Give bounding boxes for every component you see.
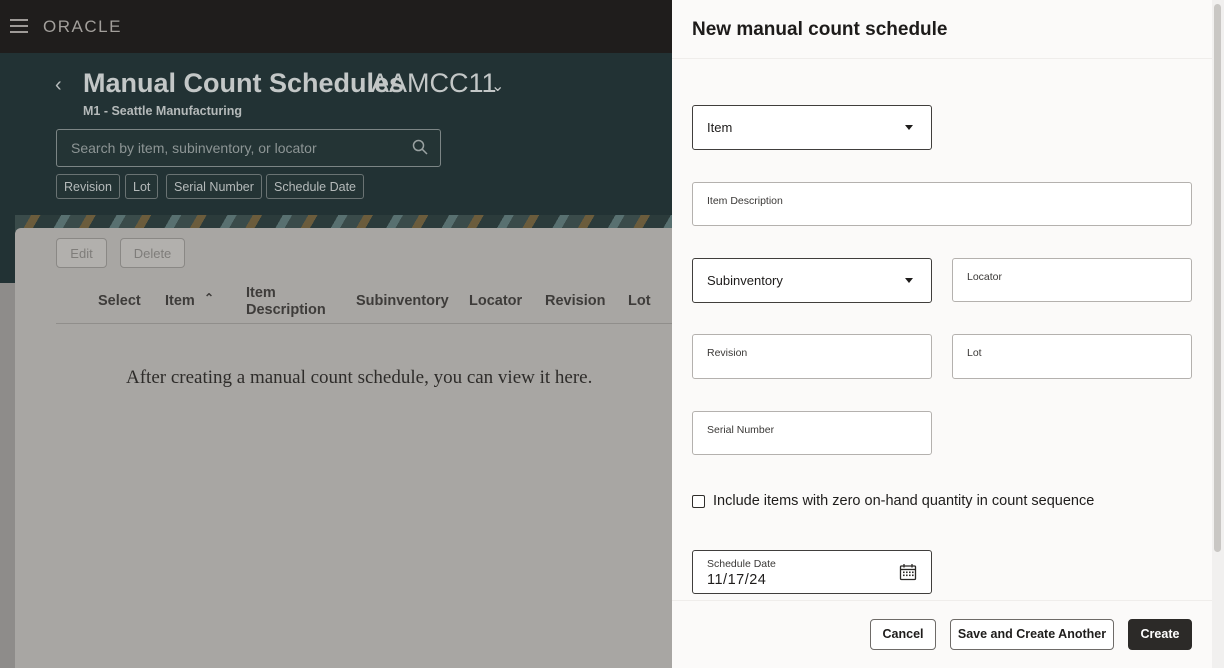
calendar-icon[interactable] (899, 563, 917, 581)
item-select[interactable]: Item (692, 105, 932, 150)
include-zero-onhand-label[interactable]: Include items with zero on-hand quantity… (713, 493, 1094, 509)
search-icon[interactable] (412, 139, 428, 155)
hamburger-menu-icon[interactable] (10, 19, 28, 33)
drawer-header: New manual count schedule (672, 0, 1224, 59)
chevron-down-icon[interactable]: ⌄ (491, 76, 504, 96)
page-subtitle: M1 - Seattle Manufacturing (83, 104, 243, 118)
lot-label: Lot (967, 347, 982, 359)
filter-chip-serial-number[interactable]: Serial Number (166, 174, 262, 199)
column-header-item-description: Item Description (246, 285, 326, 318)
item-description-label: Item Description (707, 195, 783, 207)
locator-label: Locator (967, 271, 1003, 283)
column-header-subinventory: Subinventory (356, 293, 449, 309)
edit-button[interactable]: Edit (56, 238, 107, 268)
serial-number-label: Serial Number (707, 424, 775, 436)
serial-number-field[interactable]: Serial Number (692, 411, 932, 455)
column-header-locator: Locator (469, 293, 523, 309)
item-select-label: Item (707, 120, 733, 135)
sort-ascending-icon[interactable]: ⌃ (204, 291, 214, 305)
schedule-date-field[interactable]: Schedule Date 11/17/24 (692, 550, 932, 594)
column-header-revision: Revision (545, 293, 606, 309)
create-button[interactable]: Create (1128, 619, 1192, 650)
new-schedule-drawer: New manual count schedule Item Item Desc… (672, 0, 1224, 668)
page-title-code[interactable]: AAMCC11 (371, 68, 497, 99)
subinventory-select-label: Subinventory (707, 273, 783, 288)
empty-state-message: After creating a manual count schedule, … (126, 367, 593, 388)
schedule-date-value: 11/17/24 (707, 572, 767, 588)
dropdown-caret-icon (905, 125, 913, 130)
search-placeholder: Search by item, subinventory, or locator (71, 140, 317, 156)
drawer-title: New manual count schedule (692, 19, 948, 40)
revision-field[interactable]: Revision (692, 334, 932, 379)
filter-chip-revision[interactable]: Revision (56, 174, 120, 199)
dropdown-caret-icon (905, 278, 913, 283)
include-zero-onhand-checkbox[interactable] (692, 495, 705, 508)
revision-label: Revision (707, 347, 748, 359)
back-chevron-icon[interactable]: ‹ (55, 74, 62, 97)
filter-chip-schedule-date[interactable]: Schedule Date (266, 174, 365, 199)
lot-field[interactable]: Lot (952, 334, 1192, 379)
subinventory-select[interactable]: Subinventory (692, 258, 932, 303)
column-header-item[interactable]: Item (165, 293, 195, 309)
background-strip (0, 283, 15, 668)
locator-field[interactable]: Locator (952, 258, 1192, 302)
item-description-field[interactable]: Item Description (692, 182, 1192, 226)
drawer-footer-divider (672, 600, 1212, 601)
save-and-create-another-button[interactable]: Save and Create Another (950, 619, 1114, 650)
cancel-button[interactable]: Cancel (870, 619, 936, 650)
column-header-select: Select (98, 293, 141, 309)
schedule-date-label: Schedule Date (707, 558, 776, 570)
table-header-divider (56, 323, 676, 324)
oracle-logo: ORACLE (43, 17, 122, 36)
page-title: Manual Count Schedules (83, 68, 405, 98)
search-input[interactable]: Search by item, subinventory, or locator (56, 129, 441, 167)
drawer-scrollbar-thumb[interactable] (1214, 4, 1221, 552)
column-header-lot: Lot (628, 293, 651, 309)
delete-button[interactable]: Delete (120, 238, 185, 268)
filter-chip-lot[interactable]: Lot (125, 174, 159, 199)
